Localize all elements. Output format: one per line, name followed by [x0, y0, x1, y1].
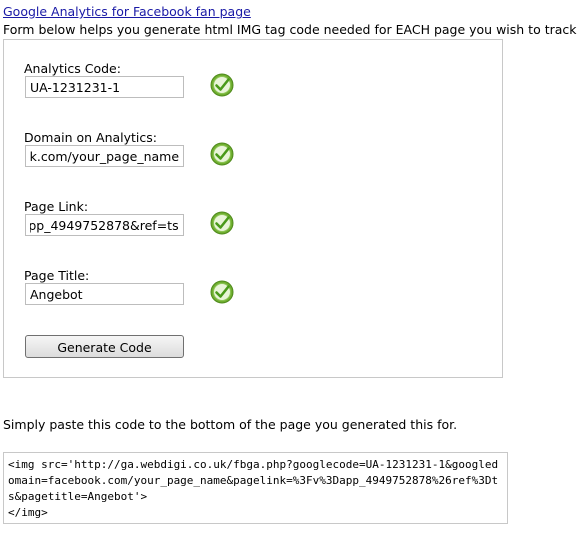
- paste-instruction: Simply paste this code to the bottom of …: [3, 417, 458, 432]
- page-link-input[interactable]: [25, 214, 184, 236]
- check-icon: [210, 142, 234, 166]
- page-title-input[interactable]: [25, 283, 184, 305]
- analytics-code-input[interactable]: [25, 76, 184, 98]
- check-icon: [210, 73, 234, 97]
- domain-label: Domain on Analytics:: [24, 130, 157, 145]
- domain-input[interactable]: [25, 145, 184, 167]
- check-icon: [210, 280, 234, 304]
- page-link-label: Page Link:: [24, 199, 89, 214]
- check-icon: [210, 211, 234, 235]
- intro-text: Form below helps you generate html IMG t…: [3, 22, 577, 37]
- analytics-code-label: Analytics Code:: [24, 61, 121, 76]
- generate-code-button[interactable]: Generate Code: [25, 335, 184, 358]
- title-link[interactable]: Google Analytics for Facebook fan page: [3, 4, 251, 19]
- generator-form: Analytics Code: Domain on Analytics: Pag…: [3, 39, 503, 378]
- page-title-label: Page Title:: [24, 268, 90, 283]
- generated-code-output[interactable]: <img src='http://ga.webdigi.co.uk/fbga.p…: [3, 452, 508, 524]
